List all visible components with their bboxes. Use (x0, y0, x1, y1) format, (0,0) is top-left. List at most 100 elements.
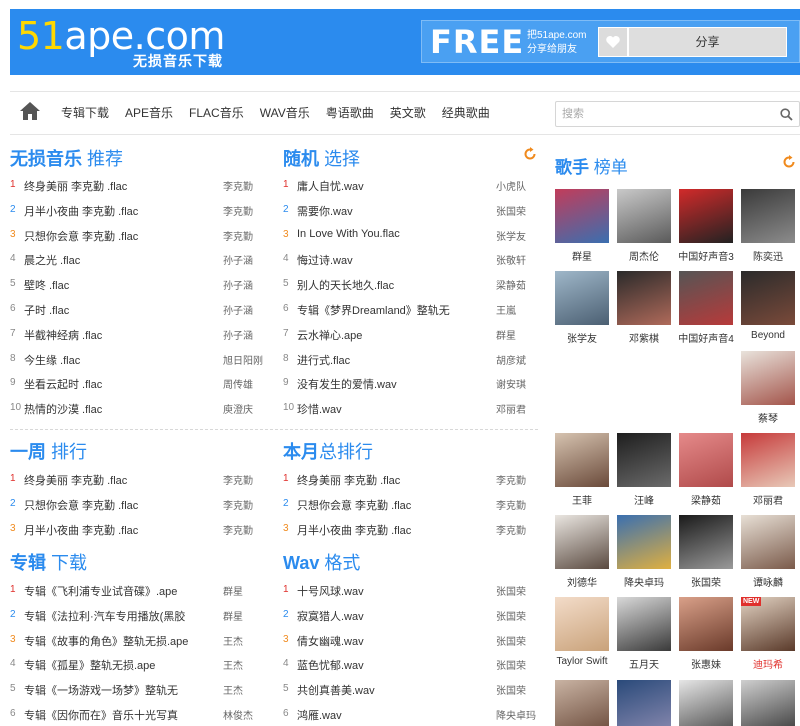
song-artist-link[interactable]: 降央卓玛 (496, 707, 540, 722)
singer-tile[interactable] (555, 680, 611, 726)
singer-name[interactable]: 降央卓玛 (612, 574, 676, 589)
song-title-link[interactable]: 庸人自忧.wav (297, 178, 492, 194)
song-title-link[interactable]: 月半小夜曲 李克勤 .flac (297, 522, 492, 538)
song-artist-link[interactable]: 李克勤 (223, 522, 267, 537)
singer-photo[interactable] (741, 271, 795, 325)
nav-item-cantonese[interactable]: 粤语歌曲 (326, 92, 374, 134)
singer-photo[interactable] (679, 515, 733, 569)
song-row[interactable]: 7 半截神经病 .flac 孙子涵 (10, 323, 265, 348)
singer-name[interactable]: Beyond (736, 330, 800, 341)
singer-photo[interactable] (555, 433, 609, 487)
song-title-link[interactable]: 半截神经病 .flac (24, 327, 214, 343)
singer-photo[interactable] (617, 433, 671, 487)
singer-tile[interactable]: Beyond (741, 271, 797, 341)
song-title-link[interactable]: 只想你会意 李克勤 .flac (297, 497, 492, 513)
song-row[interactable]: 8 进行式.flac 胡彦斌 (283, 348, 538, 373)
singer-tile[interactable]: 中国好声音3 (678, 189, 735, 263)
song-row[interactable]: 1 十号风球.wav 张国荣 (283, 579, 538, 604)
song-artist-link[interactable]: 李克勤 (496, 497, 540, 512)
singer-tile[interactable]: 群星 (555, 189, 611, 263)
song-row[interactable]: 1 终身美丽 李克勤 .flac 李克勤 (283, 468, 538, 493)
singer-photo[interactable] (617, 597, 671, 651)
song-row[interactable]: 10 热情的沙漠 .flac 庾澄庆 (10, 397, 265, 422)
song-title-link[interactable]: 专辑《飞利浦专业试音碟》.ape (24, 583, 219, 599)
song-artist-link[interactable]: 张国荣 (496, 608, 540, 623)
refresh-icon[interactable] (523, 147, 537, 161)
singer-name[interactable]: 五月天 (612, 656, 676, 671)
song-artist-link[interactable]: 王杰 (223, 657, 267, 672)
song-title-link[interactable]: 专辑《故事的角色》整轨无损.ape (24, 633, 219, 649)
singer-photo[interactable] (555, 680, 609, 726)
singer-name[interactable]: 张惠妹 (674, 656, 738, 671)
song-title-link[interactable]: 终身美丽 李克勤 .flac (24, 472, 214, 488)
song-artist-link[interactable]: 张国荣 (496, 633, 540, 648)
singer-photo[interactable] (741, 189, 795, 243)
singer-name[interactable]: 周杰伦 (612, 248, 676, 263)
song-artist-link[interactable]: 群星 (223, 583, 267, 598)
singer-name[interactable]: 中国好声音3 (674, 248, 738, 263)
song-artist-link[interactable]: 林俊杰 (223, 707, 267, 722)
song-artist-link[interactable]: 邓丽君 (496, 401, 540, 416)
singer-name[interactable]: 陈奕迅 (736, 248, 800, 263)
song-row[interactable]: 10 珍惜.wav 邓丽君 (283, 397, 538, 422)
singer-photo[interactable] (679, 597, 733, 651)
singer-photo[interactable] (555, 515, 609, 569)
song-title-link[interactable]: 没有发生的爱情.wav (297, 376, 492, 392)
singer-tile[interactable]: 张国荣 (679, 515, 735, 589)
singer-name[interactable]: 谭咏麟 (736, 574, 800, 589)
lossless-section-title[interactable]: 无损音乐 推荐 (10, 145, 123, 171)
song-artist-link[interactable]: 张国荣 (496, 203, 540, 218)
song-row[interactable]: 9 坐看云起时 .flac 周传雄 (10, 372, 265, 397)
song-title-link[interactable]: 只想你会意 李克勤 .flac (24, 228, 214, 244)
singer-tile[interactable]: 汪峰 (617, 433, 673, 507)
song-row[interactable]: 1 终身美丽 李克勤 .flac 李克勤 (10, 468, 265, 493)
song-row[interactable]: 5 壁咚 .flac 孙子涵 (10, 273, 265, 298)
singer-tile[interactable] (617, 680, 673, 726)
singer-name[interactable]: 中国好声音4 (674, 330, 738, 345)
singer-photo[interactable] (679, 433, 733, 487)
singer-photo[interactable] (555, 271, 609, 325)
song-title-link[interactable]: 专辑《因你而在》音乐十光写真 (24, 707, 219, 723)
albums-section-title[interactable]: 专辑 下载 (10, 549, 87, 575)
singer-photo[interactable] (741, 351, 795, 405)
singer-photo[interactable] (741, 515, 795, 569)
singer-name[interactable]: 蔡琴 (736, 410, 800, 425)
song-title-link[interactable]: 终身美丽 李克勤 .flac (24, 178, 214, 194)
song-row[interactable]: 3 月半小夜曲 李克勤 .flac 李克勤 (283, 518, 538, 543)
song-artist-link[interactable]: 王杰 (223, 633, 267, 648)
song-artist-link[interactable]: 庾澄庆 (223, 401, 267, 416)
singer-tile[interactable]: 周杰伦 (617, 189, 673, 263)
song-artist-link[interactable]: 孙子涵 (223, 252, 267, 267)
song-artist-link[interactable]: 李克勤 (223, 203, 267, 218)
song-artist-link[interactable]: 孙子涵 (223, 277, 267, 292)
song-artist-link[interactable]: 张学友 (496, 228, 540, 243)
song-artist-link[interactable]: 周传雄 (223, 376, 267, 391)
song-row[interactable]: 1 专辑《飞利浦专业试音碟》.ape 群星 (10, 579, 265, 604)
song-row[interactable]: 3 月半小夜曲 李克勤 .flac 李克勤 (10, 518, 265, 543)
singer-tile[interactable]: 降央卓玛 (617, 515, 673, 589)
song-row[interactable]: 9 没有发生的爱情.wav 谢安琪 (283, 372, 538, 397)
singer-tile[interactable]: 邓丽君 (741, 433, 797, 507)
song-title-link[interactable]: 共创真善美.wav (297, 682, 492, 698)
song-title-link[interactable]: 坐看云起时 .flac (24, 376, 214, 392)
song-row[interactable]: 6 子时 .flac 孙子涵 (10, 298, 265, 323)
song-row[interactable]: 2 只想你会意 李克勤 .flac 李克勤 (10, 493, 265, 518)
singer-name[interactable]: Taylor Swift (550, 656, 614, 667)
singer-photo[interactable] (617, 680, 671, 726)
song-row[interactable]: 5 别人的天长地久.flac 梁静茹 (283, 273, 538, 298)
song-artist-link[interactable]: 王嵐 (496, 302, 540, 317)
song-artist-link[interactable]: 群星 (223, 608, 267, 623)
song-title-link[interactable]: 需要你.wav (297, 203, 492, 219)
singers-section-title[interactable]: 歌手 榜单 (555, 153, 628, 178)
singer-photo[interactable]: NEW (741, 597, 795, 651)
song-title-link[interactable]: 悔过诗.wav (297, 252, 492, 268)
month-section-title[interactable]: 本月总排行 (283, 438, 373, 464)
song-row[interactable]: 4 蓝色忧郁.wav 张国荣 (283, 653, 538, 678)
singer-photo[interactable] (741, 680, 795, 726)
song-row[interactable]: 4 晨之光 .flac 孙子涵 (10, 248, 265, 273)
song-title-link[interactable]: In Love With You.flac (297, 228, 492, 240)
song-row[interactable]: 3 专辑《故事的角色》整轨无损.ape 王杰 (10, 629, 265, 654)
song-artist-link[interactable]: 李克勤 (223, 497, 267, 512)
singer-tile[interactable]: 中国好声音4 (678, 271, 735, 345)
search-icon[interactable] (780, 108, 793, 121)
